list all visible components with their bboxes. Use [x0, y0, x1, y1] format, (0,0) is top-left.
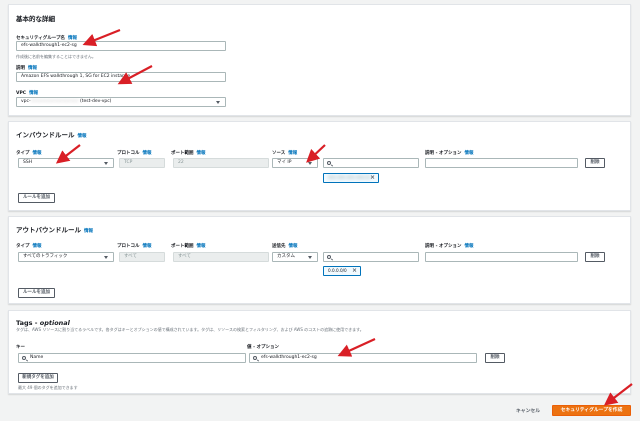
inbound-port-field: 22 — [173, 158, 269, 168]
outbound-desc-header: 説明 - オプション 情報 — [425, 244, 474, 249]
outbound-port-info-link[interactable]: 情報 — [197, 244, 206, 249]
sg-name-hint: 作成後に名前を編集することはできません。 — [16, 54, 96, 59]
inbound-source-token: 000.000.000.000/32 × — [323, 173, 379, 183]
outbound-rules-panel: アウトバウンドルール 情報 タイプ 情報 プロトコル 情報 ポート範囲 情報 送信先 情報… — [8, 216, 631, 304]
tag-delete-button[interactable]: 削除 — [485, 353, 505, 363]
tag-value-input[interactable]: efs-walkthrough1-ec2-sg — [249, 353, 477, 363]
outbound-dest-token: 0.0.0.0/0 × — [323, 266, 361, 276]
tag-key-label: キー — [16, 345, 25, 350]
tags-panel: Tags - optional タグは、AWS リソースに割り当てるラベルです。… — [8, 310, 631, 394]
remove-token-icon[interactable]: × — [370, 174, 375, 182]
description-label: 説明 情報 — [16, 66, 37, 71]
outbound-add-rule-button[interactable]: ルールを追加 — [18, 288, 55, 298]
inbound-type-info-link[interactable]: 情報 — [33, 151, 42, 156]
sg-name-input[interactable]: efs-walkthrough1-ec2-sg — [16, 41, 226, 51]
search-icon — [327, 255, 331, 259]
outbound-protocol-info-link[interactable]: 情報 — [143, 244, 152, 249]
inbound-protocol-header: プロトコル 情報 — [117, 151, 152, 156]
inbound-rules-panel: インバウンドルール 情報 タイプ 情報 プロトコル 情報 ポート範囲 情報 ソース 情報 … — [8, 121, 631, 211]
create-security-group-button[interactable]: セキュリティグループを作成 — [552, 405, 631, 416]
outbound-description-input[interactable] — [425, 252, 578, 262]
tag-value-label: 値 - オプション — [247, 345, 280, 350]
outbound-desc-info-link[interactable]: 情報 — [465, 244, 474, 249]
tags-description: タグは、AWS リソースに割り当てるラベルです。各タグはキーとオプションの値で構… — [16, 327, 364, 332]
inbound-desc-info-link[interactable]: 情報 — [465, 151, 474, 156]
outbound-type-info-link[interactable]: 情報 — [33, 244, 42, 249]
outbound-type-header: タイプ 情報 — [16, 244, 42, 249]
inbound-add-rule-button[interactable]: ルールを追加 — [18, 193, 55, 203]
outbound-rules-title: アウトバウンドルール 情報 — [16, 226, 93, 234]
cancel-button[interactable]: キャンセル — [516, 407, 540, 414]
search-icon — [22, 356, 26, 360]
outbound-dest-search[interactable] — [323, 252, 419, 262]
inbound-info-link[interactable]: 情報 — [78, 134, 87, 139]
outbound-port-field: すべて — [173, 252, 269, 262]
inbound-source-info-link[interactable]: 情報 — [288, 151, 297, 156]
inbound-port-info-link[interactable]: 情報 — [197, 151, 206, 156]
inbound-protocol-field: TCP — [119, 158, 165, 168]
inbound-source-header: ソース 情報 — [272, 151, 298, 156]
basic-details-title: 基本的な詳細 — [16, 15, 55, 23]
inbound-port-header: ポート範囲 情報 — [171, 151, 206, 156]
outbound-port-header: ポート範囲 情報 — [171, 244, 206, 249]
vpc-label: VPC 情報 — [16, 91, 39, 96]
inbound-rules-title: インバウンドルール 情報 — [16, 131, 87, 139]
description-info-link[interactable]: 情報 — [28, 66, 37, 71]
inbound-protocol-info-link[interactable]: 情報 — [143, 151, 152, 156]
outbound-delete-button[interactable]: 削除 — [585, 252, 605, 262]
inbound-source-select[interactable]: マイ IP — [272, 158, 318, 168]
outbound-protocol-field: すべて — [119, 252, 165, 262]
outbound-info-link[interactable]: 情報 — [84, 229, 93, 234]
outbound-type-select[interactable]: すべてのトラフィック — [18, 252, 114, 262]
vpc-select[interactable]: vpc-xxxxxxxxxxxxxxxxxx (test-dev-vpc) — [16, 97, 226, 107]
search-icon — [327, 161, 331, 165]
vpc-info-link[interactable]: 情報 — [29, 91, 38, 96]
inbound-type-header: タイプ 情報 — [16, 151, 42, 156]
outbound-dest-header: 送信先 情報 — [272, 244, 298, 249]
basic-details-panel: 基本的な詳細 セキュリティグループ名 情報 efs-walkthrough1-ec… — [8, 4, 631, 116]
inbound-source-ip-redacted: 000.000.000.000/32 — [328, 175, 371, 180]
inbound-source-search[interactable] — [323, 158, 419, 168]
inbound-description-input[interactable] — [425, 158, 578, 168]
tags-title: Tags - optional — [16, 319, 70, 327]
add-new-tag-button[interactable]: 新規タグを追加 — [18, 373, 58, 383]
description-input[interactable]: Amazon EFS walkthrough 1, SG for EC2 ins… — [16, 72, 226, 82]
remove-token-icon[interactable]: × — [352, 267, 357, 275]
inbound-desc-header: 説明 - オプション 情報 — [425, 151, 474, 156]
outbound-protocol-header: プロトコル 情報 — [117, 244, 152, 249]
tags-limit-note: 最大 49 個のタグを追加できます — [18, 385, 78, 390]
inbound-type-select[interactable]: SSH — [18, 158, 114, 168]
vpc-id-redacted: xxxxxxxxxxxxxxxxxx — [30, 99, 79, 104]
outbound-dest-select[interactable]: カスタム — [272, 252, 318, 262]
inbound-delete-button[interactable]: 削除 — [585, 158, 605, 168]
outbound-dest-info-link[interactable]: 情報 — [289, 244, 298, 249]
search-icon — [253, 356, 257, 360]
tag-key-input[interactable]: Name — [18, 353, 246, 363]
